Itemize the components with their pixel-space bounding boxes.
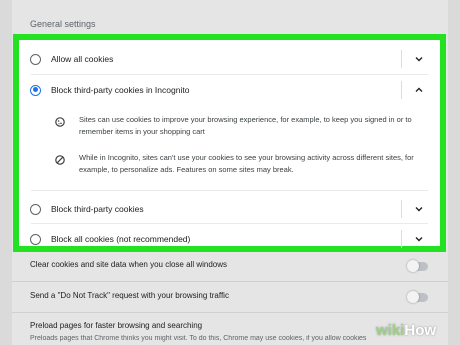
option-label: Allow all cookies — [51, 54, 114, 64]
clear-on-exit-toggle[interactable] — [407, 260, 428, 272]
cookie-options-card: Allow all cookies Block third-party cook… — [13, 34, 446, 252]
left-margin — [0, 0, 12, 345]
radio-block-all[interactable] — [30, 233, 41, 245]
row-divider — [31, 74, 428, 75]
divider — [401, 200, 402, 218]
chevron-down-icon[interactable] — [413, 203, 425, 215]
option-allow-all-cookies[interactable]: Allow all cookies — [19, 48, 440, 70]
settings-divider — [12, 281, 448, 282]
detail-text: Sites can use cookies to improve your br… — [79, 115, 412, 136]
setting-preload-description: Preloads pages that Chrome thinks you mi… — [30, 335, 367, 342]
setting-clear-on-exit-label: Clear cookies and site data when you clo… — [30, 260, 227, 269]
detail-cookies-info: Sites can use cookies to improve your br… — [55, 114, 422, 138]
divider — [401, 50, 402, 68]
divider — [401, 81, 402, 99]
option-label: Block third-party cookies — [51, 204, 144, 214]
option-label: Block all cookies (not recommended) — [51, 234, 191, 244]
right-margin — [448, 0, 460, 345]
setting-do-not-track-label: Send a "Do Not Track" request with your … — [30, 291, 229, 300]
row-divider — [31, 223, 428, 224]
settings-divider — [12, 312, 448, 313]
chevron-down-icon[interactable] — [413, 53, 425, 65]
chevron-down-icon[interactable] — [413, 233, 425, 245]
row-divider — [31, 190, 428, 191]
detail-incognito-info: While in Incognito, sites can't use your… — [55, 152, 422, 176]
cookie-icon — [55, 114, 65, 127]
do-not-track-toggle[interactable] — [407, 291, 428, 303]
section-title: General settings — [30, 19, 96, 29]
chevron-up-icon[interactable] — [413, 84, 425, 96]
divider — [401, 230, 402, 248]
block-icon — [55, 152, 65, 165]
detail-text: While in Incognito, sites can't use your… — [79, 153, 414, 174]
radio-allow-all[interactable] — [30, 53, 41, 65]
option-label: Block third-party cookies in Incognito — [51, 85, 190, 95]
option-block-third-party-incognito[interactable]: Block third-party cookies in Incognito — [19, 79, 440, 101]
radio-block-third-party[interactable] — [30, 203, 41, 215]
option-block-third-party[interactable]: Block third-party cookies — [19, 198, 440, 220]
setting-preload-label: Preload pages for faster browsing and se… — [30, 321, 203, 330]
wikihow-watermark: wikiHow — [376, 322, 437, 339]
radio-block-incognito[interactable] — [30, 84, 41, 96]
option-block-all-cookies[interactable]: Block all cookies (not recommended) — [19, 228, 440, 250]
